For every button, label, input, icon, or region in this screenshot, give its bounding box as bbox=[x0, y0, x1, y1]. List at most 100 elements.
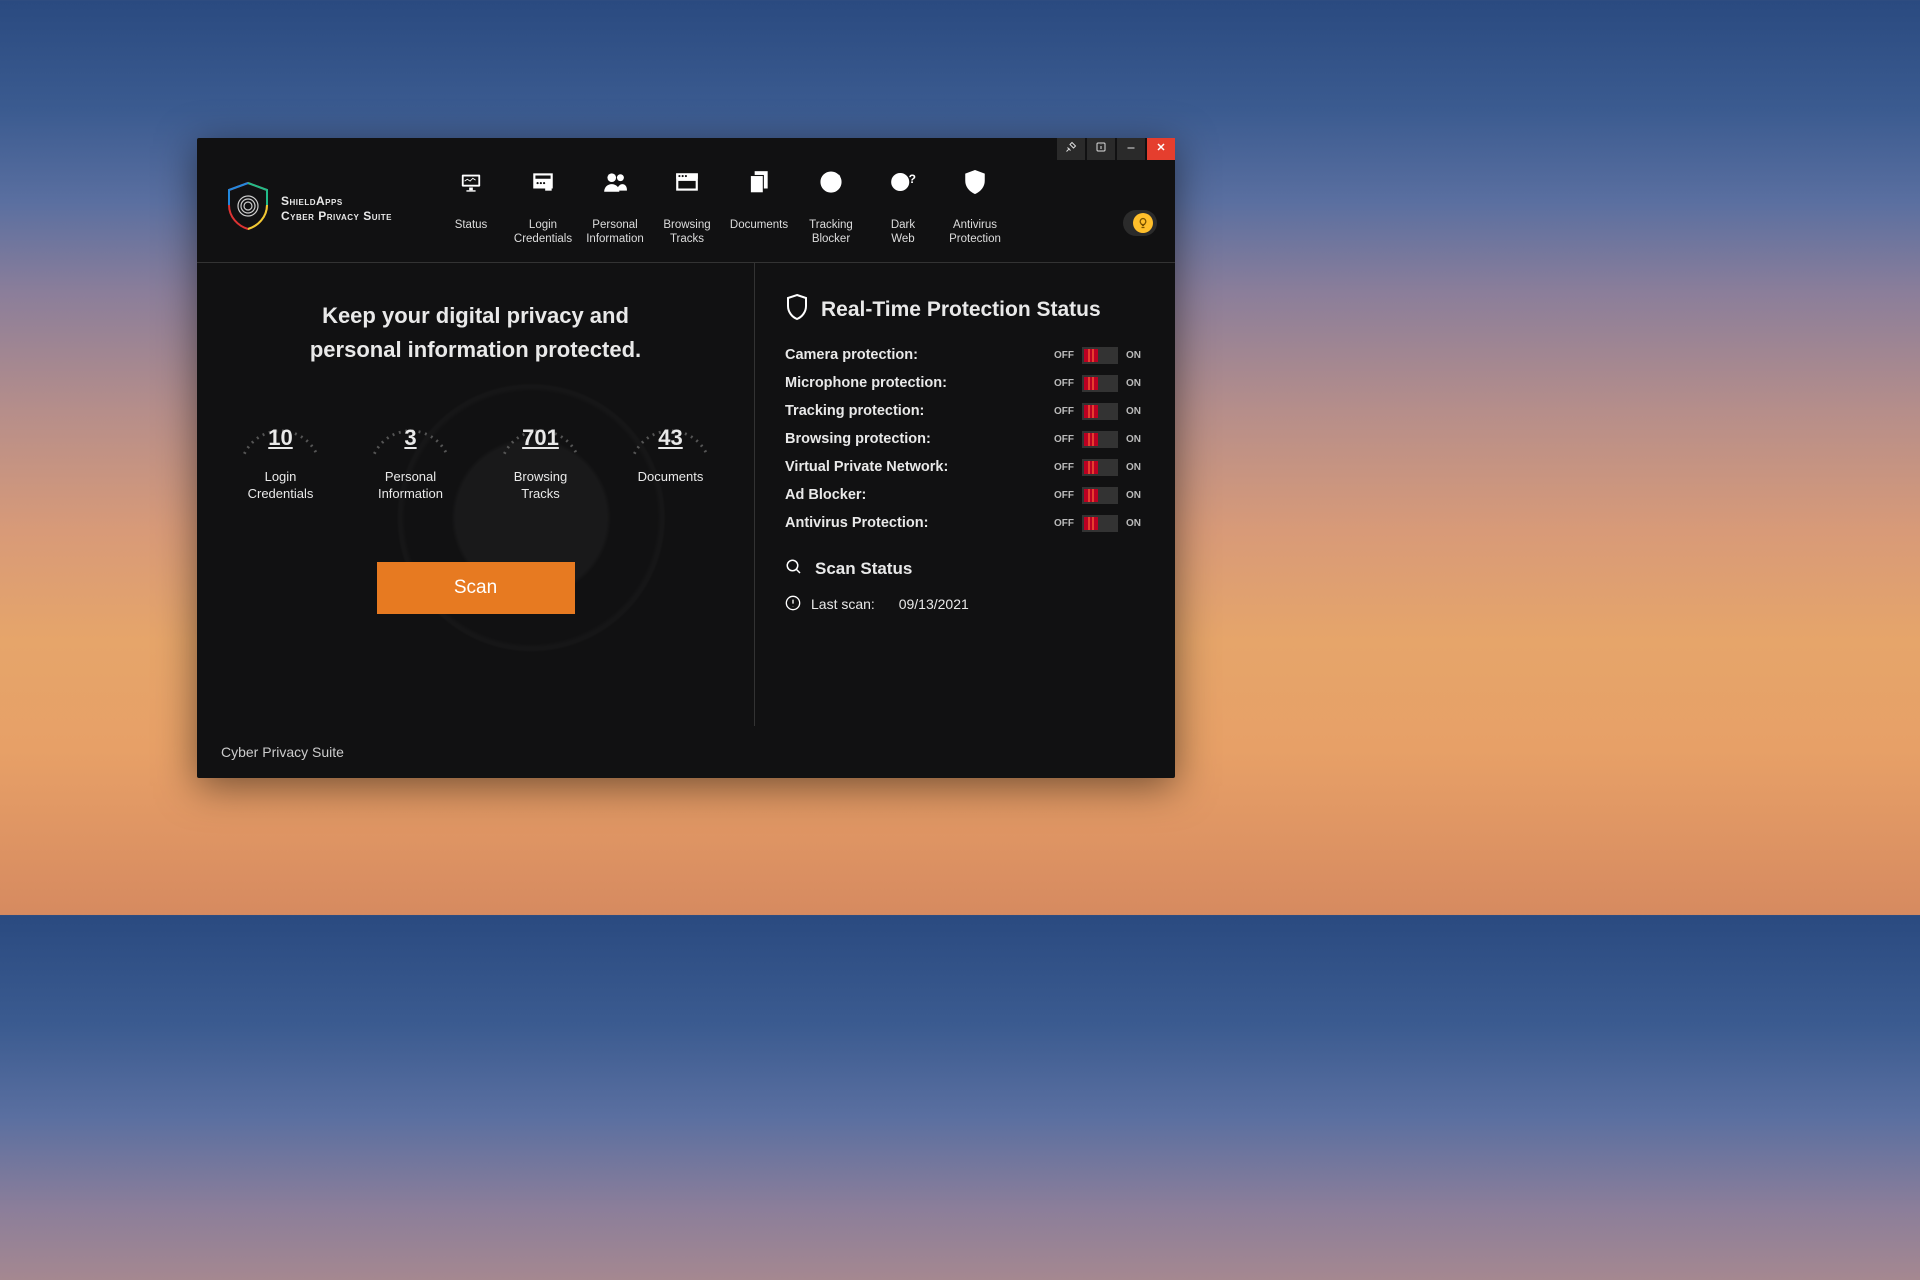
protection-label: Ad Blocker: bbox=[785, 487, 866, 503]
titlebar bbox=[1055, 138, 1175, 160]
on-label: ON bbox=[1126, 462, 1141, 473]
nav-tracking-blocker[interactable]: TrackingBlocker bbox=[795, 165, 867, 247]
nav-antivirus-protection[interactable]: AntivirusProtection bbox=[939, 165, 1011, 247]
left-panel: Keep your digital privacy andpersonal in… bbox=[197, 263, 755, 726]
gauge-label: PersonalInformation bbox=[356, 469, 466, 503]
off-label: OFF bbox=[1054, 518, 1074, 529]
scan-button[interactable]: Scan bbox=[377, 562, 575, 614]
nav-label: DarkWeb bbox=[867, 219, 939, 247]
protection-toggle[interactable] bbox=[1082, 459, 1118, 476]
footer: Cyber Privacy Suite bbox=[197, 726, 1175, 778]
nav-label: Documents bbox=[723, 219, 795, 233]
gauge-value: 10 bbox=[233, 425, 328, 451]
on-label: ON bbox=[1126, 350, 1141, 361]
gauge-personal-information[interactable]: 3 PersonalInformation bbox=[356, 395, 466, 503]
documents-icon bbox=[746, 169, 772, 200]
gauge-value: 3 bbox=[363, 425, 458, 451]
on-label: ON bbox=[1126, 490, 1141, 501]
nav-label: TrackingBlocker bbox=[795, 219, 867, 247]
protection-row: Antivirus Protection: OFF ON bbox=[785, 515, 1141, 532]
tools-icon bbox=[1065, 141, 1077, 156]
minimize-icon bbox=[1125, 141, 1137, 156]
shield-check-icon bbox=[962, 169, 988, 200]
last-scan-label: Last scan: bbox=[811, 596, 875, 612]
gauge-value: 43 bbox=[623, 425, 718, 451]
nav-label: AntivirusProtection bbox=[939, 219, 1011, 247]
app-window: ShieldApps Cyber Privacy Suite Status Lo… bbox=[197, 138, 1175, 778]
protection-row: Virtual Private Network: OFF ON bbox=[785, 459, 1141, 476]
off-label: OFF bbox=[1054, 350, 1074, 361]
magnifier-icon bbox=[785, 558, 803, 581]
nav-label: PersonalInformation bbox=[579, 219, 651, 247]
nav-status[interactable]: Status bbox=[435, 165, 507, 247]
gauge-browsing-tracks[interactable]: 701 BrowsingTracks bbox=[486, 395, 596, 503]
on-label: ON bbox=[1126, 378, 1141, 389]
protection-toggle[interactable] bbox=[1082, 431, 1118, 448]
protection-label: Microphone protection: bbox=[785, 375, 947, 391]
on-label: ON bbox=[1126, 434, 1141, 445]
close-button[interactable] bbox=[1147, 138, 1175, 160]
brand-line1: ShieldApps bbox=[281, 194, 392, 209]
people-icon bbox=[602, 169, 628, 200]
shield-icon bbox=[785, 293, 809, 327]
nav-documents[interactable]: Documents bbox=[723, 165, 795, 247]
scan-status-heading: Scan Status bbox=[785, 558, 1141, 581]
protection-row: Ad Blocker:OFFON bbox=[785, 487, 1141, 504]
header: ShieldApps Cyber Privacy Suite Status Lo… bbox=[197, 138, 1175, 263]
main-content: Keep your digital privacy andpersonal in… bbox=[197, 263, 1175, 726]
off-label: OFF bbox=[1054, 462, 1074, 473]
headline: Keep your digital privacy andpersonal in… bbox=[221, 299, 730, 367]
protection-list: Camera protection: OFF ON Microphone protec… bbox=[785, 347, 1141, 532]
gauge-login-credentials[interactable]: 10 LoginCredentials bbox=[226, 395, 336, 503]
protection-label: Tracking protection: bbox=[785, 403, 924, 419]
shield-fingerprint-icon bbox=[225, 181, 271, 236]
protection-row: Tracking protection: OFF ON bbox=[785, 403, 1141, 420]
protection-toggle[interactable] bbox=[1082, 347, 1118, 364]
on-label: ON bbox=[1126, 406, 1141, 417]
close-icon bbox=[1155, 141, 1167, 156]
nav-browsing-tracks[interactable]: BrowsingTracks bbox=[651, 165, 723, 247]
info-button[interactable] bbox=[1087, 138, 1115, 160]
gauge-documents[interactable]: 43 Documents bbox=[616, 395, 726, 503]
last-scan-row: Last scan: 09/13/2021 bbox=[785, 595, 1141, 614]
on-label: ON bbox=[1126, 518, 1141, 529]
minimize-button[interactable] bbox=[1117, 138, 1145, 160]
nav-login-credentials[interactable]: LoginCredentials bbox=[507, 165, 579, 247]
footer-text: Cyber Privacy Suite bbox=[221, 744, 344, 760]
lock-icon bbox=[530, 169, 556, 200]
lightbulb-icon bbox=[1133, 213, 1153, 233]
brand-line2: Cyber Privacy Suite bbox=[281, 209, 392, 224]
protection-toggle[interactable] bbox=[1082, 375, 1118, 392]
app-title: ShieldApps Cyber Privacy Suite bbox=[281, 194, 392, 224]
gauge-label: LoginCredentials bbox=[226, 469, 336, 503]
radar-icon bbox=[818, 169, 844, 200]
gauge-value: 701 bbox=[493, 425, 588, 451]
globe-question-icon: ? bbox=[890, 169, 916, 200]
protection-toggle[interactable] bbox=[1082, 515, 1118, 532]
last-scan-date: 09/13/2021 bbox=[899, 596, 969, 612]
tools-button[interactable] bbox=[1057, 138, 1085, 160]
nav-label: BrowsingTracks bbox=[651, 219, 723, 247]
gauge-row: 10 LoginCredentials 3 PersonalInformatio… bbox=[221, 395, 730, 503]
gauge-label: BrowsingTracks bbox=[486, 469, 596, 503]
nav-personal-information[interactable]: PersonalInformation bbox=[579, 165, 651, 247]
protection-row: Camera protection: OFF ON bbox=[785, 347, 1141, 364]
nav-label: LoginCredentials bbox=[507, 219, 579, 247]
hint-lamp-toggle[interactable] bbox=[1123, 210, 1157, 236]
off-label: OFF bbox=[1054, 434, 1074, 445]
protection-toggle[interactable] bbox=[1082, 403, 1118, 420]
protection-status-heading: Real-Time Protection Status bbox=[785, 293, 1141, 327]
protection-label: Browsing protection: bbox=[785, 431, 931, 447]
app-logo: ShieldApps Cyber Privacy Suite bbox=[225, 181, 435, 236]
protection-label: Virtual Private Network: bbox=[785, 459, 948, 475]
nav-dark-web[interactable]: ? DarkWeb bbox=[867, 165, 939, 247]
protection-label: Antivirus Protection: bbox=[785, 515, 928, 531]
info-icon bbox=[1095, 141, 1107, 156]
monitor-icon bbox=[460, 171, 482, 198]
protection-row: Browsing protection: OFF ON bbox=[785, 431, 1141, 448]
nav-label: Status bbox=[435, 219, 507, 233]
alert-circle-icon bbox=[785, 595, 801, 614]
protection-label: Camera protection: bbox=[785, 347, 918, 363]
protection-toggle[interactable] bbox=[1082, 487, 1118, 504]
off-label: OFF bbox=[1054, 406, 1074, 417]
